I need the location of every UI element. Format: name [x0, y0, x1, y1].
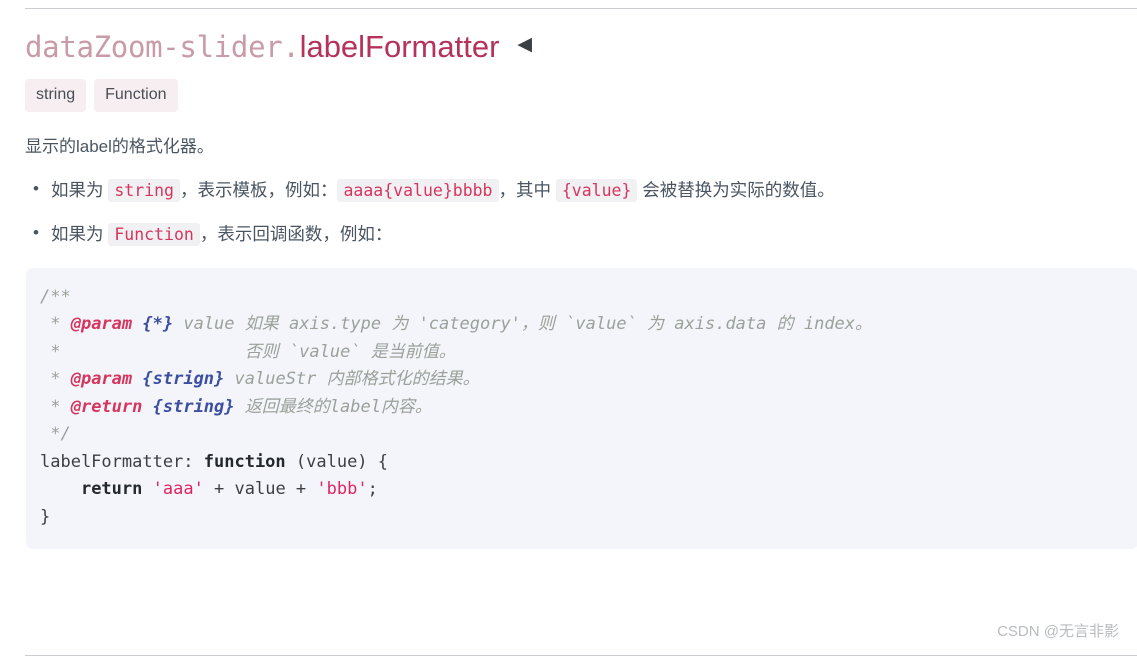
code-comment [142, 397, 152, 417]
code-string: 'bbb' [316, 479, 368, 500]
list-item: 如果为 string，表示模板，例如：aaaa{value}bbbb，其中 {v… [33, 175, 1137, 204]
bullet-text: ，表示回调函数，例如： [199, 223, 393, 244]
type-badge-list: string Function [25, 79, 1137, 112]
code-comment: value 如果 axis.type 为 'category'，则 `value… [173, 314, 873, 335]
type-badge-function: Function [94, 79, 178, 112]
code-comment: */ [40, 424, 71, 445]
inline-code: Function [108, 222, 200, 246]
code-line: return 'aaa' + value + 'bbb'; [40, 476, 1137, 504]
watermark: CSDN @无言非影 [997, 623, 1119, 640]
code-text: (value) { [285, 451, 389, 472]
code-line: * @param {*} value 如果 axis.type 为 'categ… [40, 311, 1137, 339]
code-jsdoc-tag: @return [70, 396, 143, 417]
code-line: * @return {string} 返回最终的label内容。 [40, 394, 1137, 422]
code-comment: * [40, 396, 71, 417]
code-comment: * 否则 `value` 是当前值。 [40, 341, 456, 362]
code-text: } [40, 506, 51, 527]
content-area: dataZoom-slider.labelFormatter ◀ string … [25, 25, 1137, 550]
code-jsdoc-type: {strign} [142, 369, 225, 390]
inline-code: aaaa{value}bbbb [337, 178, 499, 202]
code-line: /** [40, 284, 1137, 312]
code-line: */ [40, 421, 1137, 449]
code-text: ; [367, 479, 378, 500]
code-comment [132, 314, 142, 334]
code-comment [132, 369, 142, 389]
code-line: labelFormatter: function (value) { [40, 449, 1137, 477]
bullet-text: ，表示模板，例如： [179, 179, 338, 200]
code-text: + value + [203, 479, 317, 500]
code-comment: 返回最终的label内容。 [234, 396, 432, 417]
bullet-text: 会被替换为实际的数值。 [637, 179, 835, 200]
list-item: 如果为 Function，表示回调函数，例如： [33, 220, 1137, 248]
code-jsdoc-tag: @param [70, 314, 133, 335]
title-property: labelFormatter [299, 28, 500, 64]
bottom-divider [25, 655, 1137, 656]
title-text: dataZoom-slider.labelFormatter [25, 31, 499, 62]
bullet-text: ，其中 [498, 179, 556, 200]
type-badge-string: string [25, 79, 87, 112]
top-divider [25, 8, 1137, 9]
inline-code: string [108, 178, 180, 202]
page-title: dataZoom-slider.labelFormatter ◀ [25, 25, 1137, 67]
code-comment: valueStr 内部格式化的结果。 [224, 369, 480, 390]
bullet-text: 如果为 [51, 223, 109, 244]
code-line: * 否则 `value` 是当前值。 [40, 339, 1137, 367]
code-comment: * [40, 369, 71, 390]
collapse-triangle-icon[interactable]: ◀ [517, 35, 532, 54]
code-comment: * [40, 314, 71, 335]
code-keyword: function [203, 451, 286, 472]
code-block: /** * @param {*} value 如果 axis.type 为 'c… [26, 267, 1137, 550]
code-line: * @param {strign} valueStr 内部格式化的结果。 [40, 366, 1137, 394]
code-jsdoc-type: {string} [152, 396, 235, 417]
inline-code: {value} [555, 178, 638, 202]
title-prefix: dataZoom-slider. [25, 29, 300, 64]
code-string: 'aaa' [152, 479, 204, 500]
code-keyword: return [80, 479, 143, 500]
documentation-page: dataZoom-slider.labelFormatter ◀ string … [0, 0, 1137, 663]
code-jsdoc-tag: @param [70, 369, 133, 390]
code-line: } [40, 504, 1137, 532]
code-jsdoc-type: {*} [142, 314, 174, 335]
bullet-text: 如果为 [51, 179, 109, 200]
code-text: labelFormatter: [40, 451, 204, 472]
description-text: 显示的label的格式化器。 [25, 137, 214, 156]
code-comment: /** [40, 286, 71, 307]
description-bullet-list: 如果为 string，表示模板，例如：aaaa{value}bbbb，其中 {v… [25, 175, 1137, 248]
